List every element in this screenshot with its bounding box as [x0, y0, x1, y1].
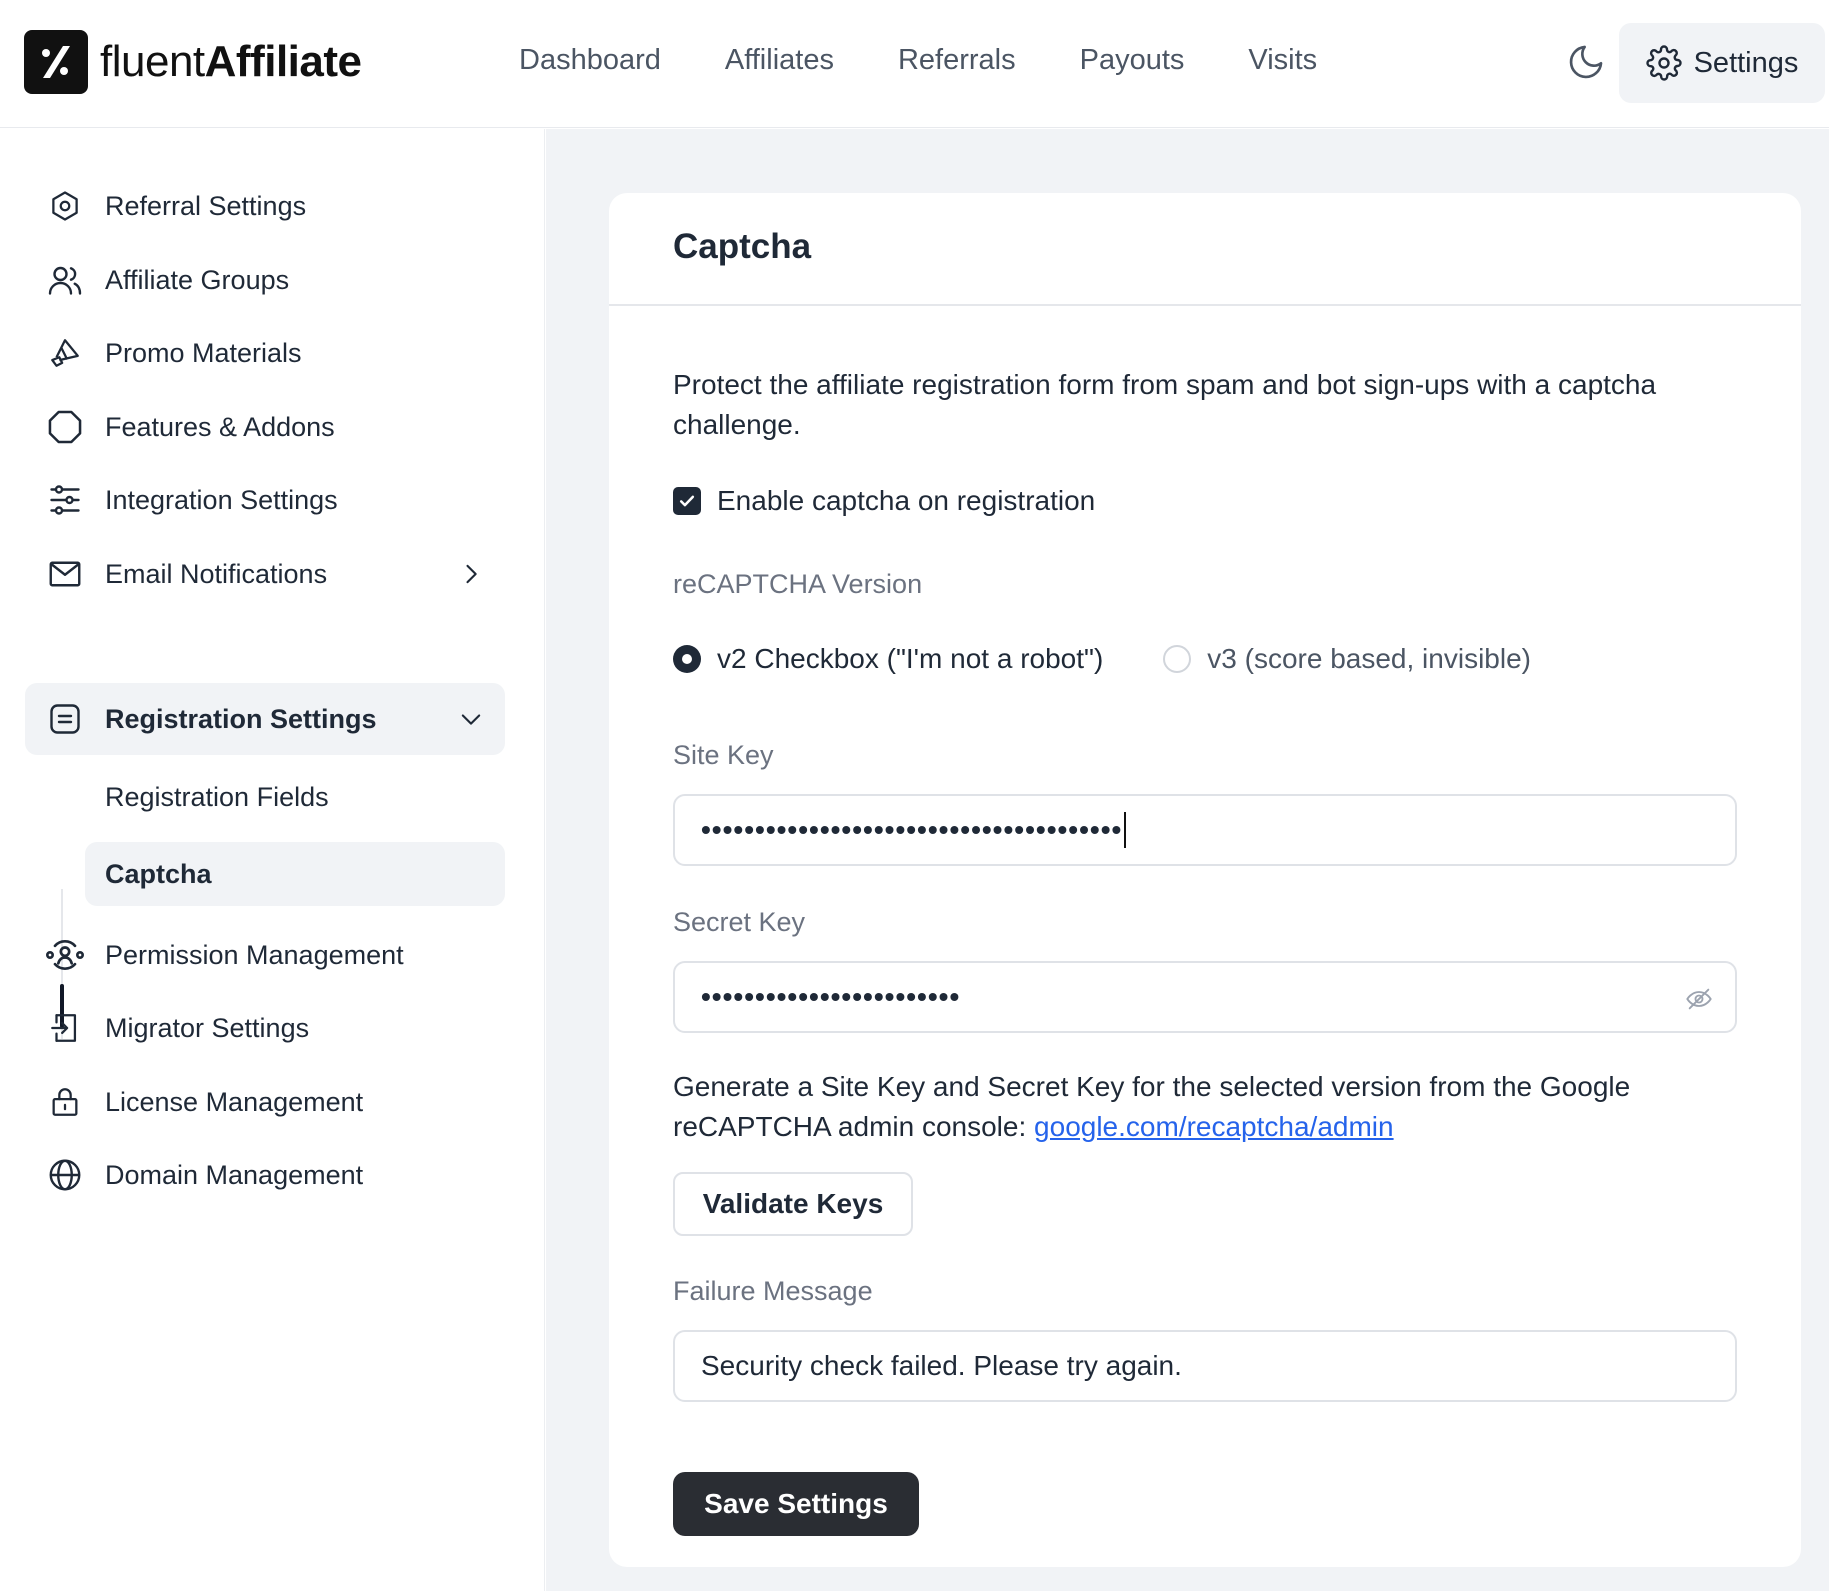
mail-icon: [45, 554, 85, 594]
nav-dashboard[interactable]: Dashboard: [519, 44, 661, 77]
eye-off-icon[interactable]: [1685, 985, 1713, 1013]
sidebar-item-domain-management[interactable]: Domain Management: [25, 1139, 505, 1211]
sidebar-subitem-registration-fields[interactable]: Registration Fields: [85, 765, 505, 829]
sidebar-item-features-addons[interactable]: Features & Addons: [25, 391, 505, 463]
recaptcha-admin-link[interactable]: google.com/recaptcha/admin: [1034, 1111, 1394, 1142]
chevron-right-icon: [457, 560, 485, 588]
main-nav: Dashboard Affiliates Referrals Payouts V…: [519, 44, 1317, 77]
sidebar-subitem-captcha[interactable]: Captcha: [85, 842, 505, 906]
sidebar-item-label: Registration Settings: [105, 703, 377, 734]
sidebar-item-license-management[interactable]: License Management: [25, 1066, 505, 1138]
captcha-description: Protect the affiliate registration form …: [673, 369, 1657, 440]
failure-message-value: Security check failed. Please try again.: [701, 1350, 1182, 1381]
logo-text-light: fluent: [100, 37, 205, 86]
permission-icon: [45, 935, 85, 975]
sidebar-item-registration-settings[interactable]: Registration Settings: [25, 683, 505, 755]
settings-label: Settings: [1693, 46, 1799, 79]
sidebar-item-label: Migrator Settings: [105, 1012, 310, 1043]
top-bar: fluentAffiliate Dashboard Affiliates Ref…: [0, 0, 1829, 128]
text-caret: [1124, 812, 1127, 848]
card-header: Captcha: [609, 193, 1801, 306]
gear-icon: [1645, 45, 1682, 81]
radio-v2-checkbox[interactable]: v2 Checkbox ("I'm not a robot"): [673, 643, 1103, 675]
failure-message-label: Failure Message: [673, 1276, 873, 1306]
sliders-icon: [45, 480, 85, 520]
nav-visits[interactable]: Visits: [1248, 44, 1317, 77]
import-icon: [45, 1008, 85, 1048]
sidebar-item-label: Integration Settings: [105, 484, 338, 515]
users-icon: [45, 260, 85, 300]
enable-captcha-label: Enable captcha on registration: [717, 485, 1096, 516]
checkbox-checked-icon: [673, 487, 701, 515]
page-title: Captcha: [673, 227, 812, 266]
sidebar-item-migrator-settings[interactable]: Migrator Settings: [25, 992, 505, 1064]
nav-referrals[interactable]: Referrals: [898, 44, 1016, 77]
sidebar-item-label: Email Notifications: [105, 558, 328, 589]
site-key-label: Site Key: [673, 740, 774, 770]
validate-keys-button[interactable]: Validate Keys: [673, 1172, 913, 1236]
radio-selected-icon: [673, 645, 701, 673]
enable-captcha-checkbox[interactable]: Enable captcha on registration: [673, 485, 1095, 517]
sidebar-item-promo-materials[interactable]: Promo Materials: [25, 317, 505, 389]
sidebar-item-label: License Management: [105, 1086, 364, 1117]
settings-button[interactable]: Settings: [1619, 23, 1825, 103]
secret-key-input[interactable]: ••••••••••••••••••••••••: [673, 961, 1737, 1033]
diamond-icon: [45, 407, 85, 447]
failure-message-input[interactable]: Security check failed. Please try again.: [673, 1330, 1737, 1402]
sidebar-item-label: Domain Management: [105, 1159, 364, 1190]
sidebar-item-integration-settings[interactable]: Integration Settings: [25, 464, 505, 536]
key-help-text: Generate a Site Key and Secret Key for t…: [673, 1067, 1753, 1147]
sidebar-item-affiliate-groups[interactable]: Affiliate Groups: [25, 244, 505, 316]
sidebar-item-permission-management[interactable]: Permission Management: [25, 919, 505, 991]
logo[interactable]: fluentAffiliate: [24, 30, 362, 94]
radio-v3-label: v3 (score based, invisible): [1207, 643, 1531, 674]
logo-text-bold: Affiliate: [204, 37, 362, 86]
radio-v3-score[interactable]: v3 (score based, invisible): [1163, 643, 1531, 675]
secret-key-label: Secret Key: [673, 907, 806, 937]
logo-text: fluentAffiliate: [100, 37, 362, 87]
form-icon: [45, 699, 85, 739]
sidebar-item-label: Features & Addons: [105, 411, 335, 442]
megaphone-icon: [45, 333, 85, 373]
site-key-input[interactable]: •••••••••••••••••••••••••••••••••••••••: [673, 794, 1737, 866]
recaptcha-version-radio-group: v2 Checkbox ("I'm not a robot") v3 (scor…: [673, 643, 1531, 675]
sidebar-subitem-label: Registration Fields: [105, 781, 329, 812]
hexagon-cog-icon: [45, 186, 85, 226]
site-key-value: •••••••••••••••••••••••••••••••••••••••: [701, 814, 1123, 845]
sidebar-item-referral-settings[interactable]: Referral Settings: [25, 170, 505, 242]
radio-unselected-icon: [1163, 645, 1192, 673]
nav-payouts[interactable]: Payouts: [1080, 44, 1185, 77]
radio-v2-label: v2 Checkbox ("I'm not a robot"): [717, 643, 1104, 674]
lock-icon: [45, 1082, 85, 1122]
chevron-down-icon: [457, 705, 485, 733]
sidebar-item-label: Permission Management: [105, 939, 404, 970]
moon-icon[interactable]: [1566, 42, 1606, 82]
globe-icon: [45, 1155, 85, 1195]
sidebar-subitem-label: Captcha: [105, 858, 212, 889]
sidebar-item-label: Promo Materials: [105, 337, 302, 368]
secret-key-value: ••••••••••••••••••••••••: [701, 981, 961, 1012]
logo-mark-icon: [24, 30, 88, 94]
captcha-settings-card: Captcha Protect the affiliate registrati…: [609, 193, 1801, 1567]
sidebar-item-email-notifications[interactable]: Email Notifications: [25, 538, 505, 610]
sidebar-item-label: Affiliate Groups: [105, 264, 290, 295]
nav-affiliates[interactable]: Affiliates: [725, 44, 834, 77]
sidebar-item-label: Referral Settings: [105, 190, 307, 221]
save-settings-button[interactable]: Save Settings: [673, 1472, 919, 1536]
sidebar: Referral Settings Affiliate Groups Promo…: [0, 129, 545, 1591]
recaptcha-version-label: reCAPTCHA Version: [673, 569, 923, 599]
